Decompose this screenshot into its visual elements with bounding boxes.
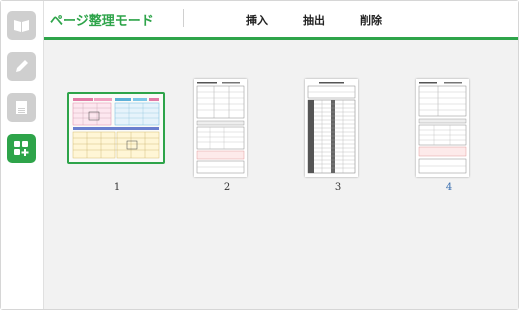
left-toolbar (1, 1, 44, 309)
header-bar: ページ整理モード 挿入 抽出 削除 (44, 1, 518, 37)
window-frame: ページ整理モード 挿入 抽出 削除 1 2 3 4 (0, 0, 519, 310)
page-thumbnail-3[interactable] (305, 79, 358, 177)
page-number-3: 3 (334, 182, 342, 193)
page-grid: 1 2 3 4 (44, 40, 518, 309)
document-mode-button[interactable] (7, 93, 36, 122)
insert-button[interactable]: 挿入 (246, 12, 268, 28)
page-organize-button[interactable] (7, 134, 36, 163)
page-number-1: 1 (113, 182, 121, 193)
page-2-preview (194, 79, 247, 177)
extract-button[interactable]: 抽出 (303, 12, 325, 28)
page-number-2: 2 (223, 182, 231, 193)
document-icon (16, 101, 27, 114)
page-thumbnail-1[interactable] (67, 92, 165, 164)
grid-add-icon (14, 141, 29, 156)
page-title: ページ整理モード (50, 14, 154, 29)
pencil-icon (16, 60, 28, 72)
page-thumbnail-4[interactable] (416, 79, 469, 177)
draw-mode-button[interactable] (7, 52, 36, 81)
book-mode-button[interactable] (7, 11, 36, 40)
page-number-4: 4 (445, 182, 453, 193)
delete-button[interactable]: 削除 (360, 12, 382, 28)
page-4-preview (416, 79, 469, 177)
book-icon (14, 20, 29, 32)
page-3-preview (305, 79, 358, 177)
page-thumbnail-2[interactable] (194, 79, 247, 177)
page-1-preview (69, 94, 163, 162)
header-divider (183, 9, 184, 27)
